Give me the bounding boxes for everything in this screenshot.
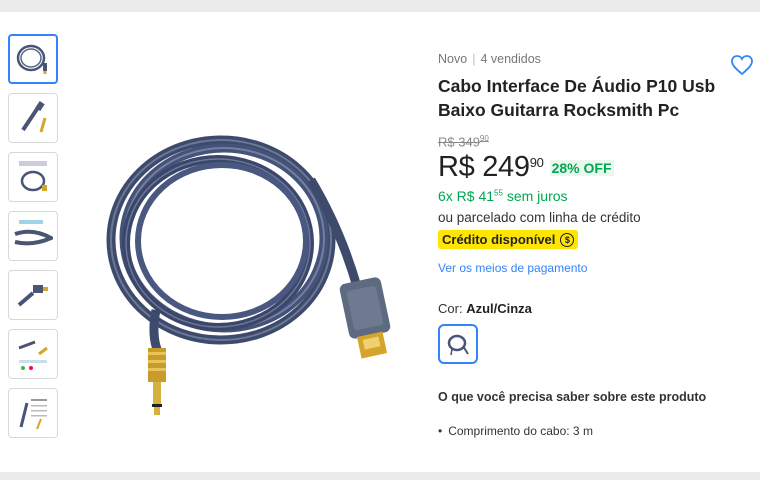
product-main-image[interactable] — [96, 120, 426, 450]
thumbnail-4[interactable] — [8, 211, 58, 261]
product-title: Cabo Interface De Áudio P10 Usb Baixo Gu… — [438, 76, 716, 120]
meta-separator: | — [472, 52, 476, 66]
old-price-value: R$ 349 — [438, 134, 480, 150]
installments-cents: 55 — [494, 188, 503, 198]
cable-swatch-icon — [447, 335, 469, 356]
thumbnail-3[interactable] — [8, 152, 58, 202]
old-price-cents: 90 — [479, 134, 489, 143]
thumbnail-list — [8, 34, 60, 447]
color-value: Azul/Cinza — [466, 301, 532, 317]
installments-value: 6x R$ 41 — [438, 188, 495, 205]
product-info: Novo | 4 vendidos Cabo Interface De Áudio … — [438, 52, 758, 438]
installments-suffix: sem juros — [506, 188, 568, 205]
old-price: R$ 34990 — [438, 134, 758, 149]
thumbnail-5[interactable] — [8, 270, 58, 320]
usb-plug-icon — [17, 285, 48, 307]
condition-label: Novo — [438, 52, 468, 66]
coin-icon: $ — [560, 232, 575, 247]
color-label-prefix: Cor: — [438, 301, 463, 317]
thumbnail-2[interactable] — [8, 93, 58, 143]
credit-available-badge[interactable]: Crédito disponível $ — [438, 230, 579, 250]
installments: 6x R$ 4155 sem juros — [438, 188, 758, 204]
color-label: Cor: Azul/Cinza — [438, 301, 758, 316]
package-icon — [19, 161, 47, 192]
highlight-item: • Comprimento do cabo: 3 m — [438, 424, 758, 438]
color-swatch-azul-cinza[interactable] — [438, 324, 478, 365]
favorite-heart-icon[interactable] — [730, 54, 754, 76]
credit-line-text: ou parcelado com linha de crédito — [438, 210, 641, 226]
discount-badge: 28% OFF — [549, 160, 614, 177]
current-price-value: R$ 249 — [438, 151, 530, 184]
page-bottom-strip — [0, 472, 760, 480]
product-meta: Novo | 4 vendidos — [438, 52, 758, 66]
bullet-dot: • — [438, 424, 443, 439]
thumbnail-1[interactable] — [8, 34, 58, 84]
thumbnail-7[interactable] — [8, 388, 58, 438]
cable-product-image — [106, 135, 391, 415]
price-row: R$ 24990 28% OFF — [438, 151, 758, 184]
info-sheet-icon — [19, 399, 47, 430]
credit-badge-label: Crédito disponível — [442, 232, 556, 248]
product-card: Novo | 4 vendidos Cabo Interface De Áudio … — [0, 12, 760, 472]
cable-coil-icon — [16, 44, 47, 74]
product-highlights-title: O que você precisa saber sobre este prod… — [438, 390, 707, 405]
payment-methods-link[interactable]: Ver os meios de pagamento — [438, 261, 758, 275]
usb-jack-icon — [21, 101, 47, 133]
sold-count: 4 vendidos — [480, 52, 541, 66]
cable-closeup-icon — [14, 220, 53, 246]
current-price-cents: 90 — [529, 155, 544, 171]
highlight-text: Comprimento do cabo: 3 m — [448, 424, 593, 439]
diagram-icon — [18, 340, 48, 370]
thumbnail-6[interactable] — [8, 329, 58, 379]
current-price: R$ 24990 — [438, 151, 544, 184]
